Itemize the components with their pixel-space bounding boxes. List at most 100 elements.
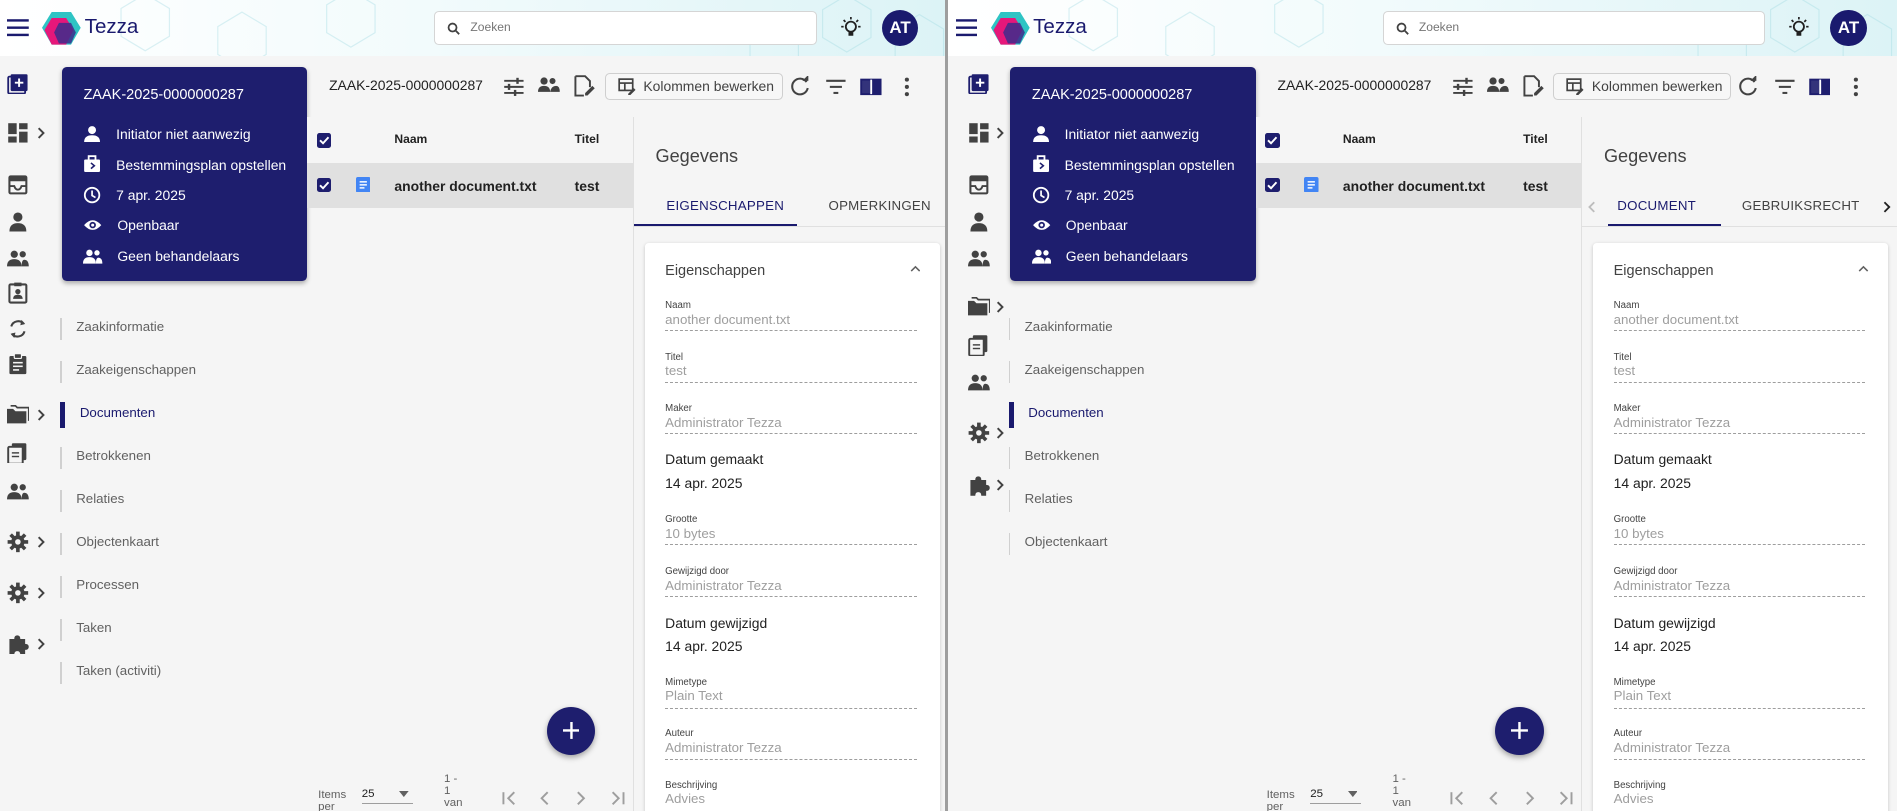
tezza-logo[interactable]	[42, 12, 82, 45]
chevron-right-icon[interactable]	[35, 409, 47, 421]
group-icon[interactable]	[967, 371, 990, 393]
search-input[interactable]: Zoeken	[1382, 10, 1766, 45]
user-avatar[interactable]: AT	[1830, 9, 1867, 46]
field-value-beschrijving[interactable]: Advies	[1614, 791, 1654, 806]
side-nav-item-objectenkaart[interactable]: Objectenkaart	[1008, 522, 1251, 566]
row-checkbox[interactable]	[316, 177, 332, 193]
user-avatar[interactable]: AT	[881, 9, 919, 46]
tab-scroll-left-icon[interactable]	[1587, 201, 1597, 213]
filter-icon[interactable]	[1774, 76, 1796, 98]
field-value-grootte[interactable]: 10 bytes	[665, 526, 715, 541]
previous-page-icon[interactable]	[538, 791, 553, 806]
side-nav-item-processen[interactable]: Processen	[60, 565, 302, 609]
chevron-right-icon[interactable]	[35, 638, 47, 650]
field-value-gewijzigd-door[interactable]: Administrator Tezza	[665, 578, 782, 593]
documents-icon[interactable]	[7, 442, 29, 464]
field-value-mimetype[interactable]: Plain Text	[665, 688, 722, 703]
menu-icon[interactable]	[955, 18, 978, 37]
column-header-titel[interactable]: Titel	[1523, 132, 1548, 146]
chevron-right-icon[interactable]	[35, 127, 47, 139]
edit-columns-button[interactable]: Kolommen bewerken	[1553, 72, 1732, 101]
documents-icon[interactable]	[968, 334, 990, 356]
field-value-maker[interactable]: Administrator Tezza	[665, 415, 782, 430]
chevron-right-icon[interactable]	[994, 301, 1006, 313]
field-value-maker[interactable]: Administrator Tezza	[1614, 415, 1731, 430]
side-nav-item-zaakinformatie[interactable]: Zaakinformatie	[60, 307, 302, 351]
folders-icon[interactable]	[7, 404, 30, 426]
tab-opmerkingen[interactable]: OPMERKINGEN	[828, 198, 930, 213]
refresh-icon[interactable]	[789, 76, 811, 98]
more-vert-icon[interactable]	[1845, 76, 1867, 98]
inbox-icon[interactable]	[968, 174, 990, 196]
tab-gebruiksrecht[interactable]: GEBRUIKSRECHT	[1742, 198, 1860, 213]
row-checkbox[interactable]	[1265, 177, 1280, 193]
tab-eigenschappen[interactable]: EIGENSCHAPPEN	[666, 198, 784, 213]
side-nav-item-taken[interactable]: Taken	[60, 608, 302, 652]
lightbulb-icon[interactable]	[1788, 16, 1810, 40]
field-value-auteur[interactable]: Administrator Tezza	[665, 740, 782, 755]
side-panel-icon[interactable]	[860, 76, 882, 98]
select-all-checkbox[interactable]	[1265, 133, 1280, 148]
group-icon[interactable]	[967, 247, 990, 269]
group-icon[interactable]	[7, 247, 30, 269]
people-move-icon[interactable]	[538, 75, 561, 97]
table-row[interactable]: another document.txt test	[307, 163, 633, 209]
tab-document[interactable]: DOCUMENT	[1617, 198, 1696, 213]
field-value-mimetype[interactable]: Plain Text	[1614, 688, 1671, 703]
field-value-titel[interactable]: test	[1614, 363, 1635, 378]
edit-columns-button[interactable]: Kolommen bewerken	[604, 72, 783, 101]
field-value-gewijzigd-door[interactable]: Administrator Tezza	[1614, 578, 1731, 593]
chevron-right-icon[interactable]	[994, 427, 1006, 439]
edit-document-icon[interactable]	[1522, 75, 1544, 97]
side-nav-item-zaakeigenschappen[interactable]: Zaakeigenschappen	[1008, 350, 1251, 394]
dashboard-icon[interactable]	[7, 122, 29, 144]
gear-icon[interactable]	[7, 582, 29, 604]
add-document-fab[interactable]	[1495, 706, 1544, 755]
person-icon[interactable]	[7, 211, 29, 233]
side-nav-item-documenten[interactable]: Documenten	[1008, 393, 1251, 437]
side-nav-item-zaakeigenschappen[interactable]: Zaakeigenschappen	[60, 350, 302, 394]
column-header-naam[interactable]: Naam	[1343, 132, 1376, 146]
menu-icon[interactable]	[7, 18, 30, 37]
previous-page-icon[interactable]	[1487, 791, 1502, 806]
first-page-icon[interactable]	[1449, 791, 1466, 806]
side-nav-item-relaties[interactable]: Relaties	[1008, 479, 1251, 523]
chevron-right-icon[interactable]	[35, 587, 47, 599]
inbox-icon[interactable]	[7, 174, 29, 196]
side-nav-item-betrokkenen[interactable]: Betrokkenen	[1008, 436, 1251, 480]
lightbulb-icon[interactable]	[840, 16, 862, 40]
puzzle-icon[interactable]	[968, 474, 990, 496]
last-page-icon[interactable]	[609, 791, 626, 806]
column-header-titel[interactable]: Titel	[575, 132, 600, 146]
more-vert-icon[interactable]	[896, 76, 918, 98]
tab-scroll-right-icon[interactable]	[1882, 201, 1892, 213]
gear-icon[interactable]	[7, 531, 29, 553]
side-panel-icon[interactable]	[1808, 76, 1831, 98]
clipboard-icon[interactable]	[7, 353, 29, 375]
group-icon[interactable]	[7, 480, 30, 502]
people-move-icon[interactable]	[1486, 75, 1509, 97]
tune-icon[interactable]	[1452, 76, 1474, 98]
next-page-icon[interactable]	[1522, 791, 1537, 806]
sync-icon[interactable]	[7, 318, 29, 340]
select-all-checkbox[interactable]	[316, 133, 332, 148]
chevron-right-icon[interactable]	[994, 479, 1006, 491]
field-value-beschrijving[interactable]: Advies	[665, 791, 705, 806]
person-icon[interactable]	[968, 211, 990, 233]
edit-document-icon[interactable]	[573, 75, 596, 97]
contact-card-icon[interactable]	[7, 282, 29, 304]
chevron-up-icon[interactable]	[910, 265, 921, 272]
dashboard-icon[interactable]	[968, 122, 990, 144]
page-size-select[interactable]: 25	[361, 786, 413, 805]
next-page-icon[interactable]	[573, 791, 588, 806]
column-header-naam[interactable]: Naam	[394, 132, 427, 146]
chevron-right-icon[interactable]	[35, 536, 47, 548]
chevron-up-icon[interactable]	[1858, 265, 1869, 272]
field-value-titel[interactable]: test	[665, 363, 686, 378]
page-size-select[interactable]: 25	[1310, 786, 1361, 805]
table-row[interactable]: another document.txt test	[1255, 163, 1582, 209]
side-nav-item-zaakinformatie[interactable]: Zaakinformatie	[1008, 307, 1251, 351]
filter-icon[interactable]	[825, 76, 847, 98]
field-value-naam[interactable]: another document.txt	[1614, 312, 1739, 327]
field-value-auteur[interactable]: Administrator Tezza	[1614, 740, 1731, 755]
